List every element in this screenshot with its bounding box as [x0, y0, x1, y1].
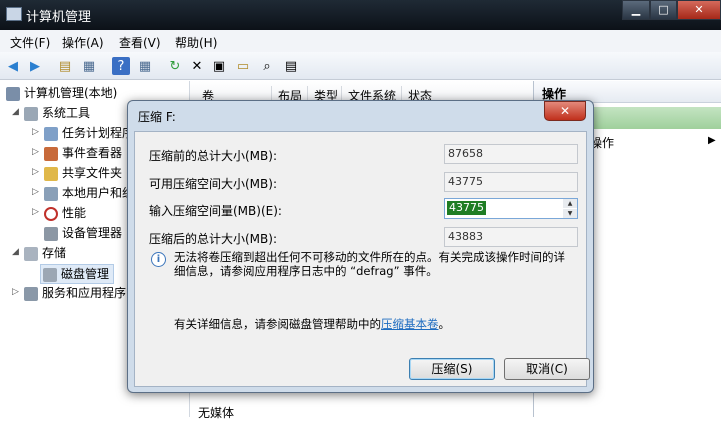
- menu-help[interactable]: 帮助(H): [175, 34, 217, 51]
- info-icon: i: [151, 252, 166, 267]
- expand-icon[interactable]: ▷: [12, 287, 19, 297]
- shrink-amount-input[interactable]: 43775 ▲ ▼: [444, 198, 578, 219]
- tree-shared-folders[interactable]: 共享文件夹: [44, 164, 122, 182]
- tree-disk-management[interactable]: 磁盘管理: [40, 264, 115, 284]
- label-input: 输入压缩空间量(MB)(E):: [149, 204, 282, 218]
- menu-view[interactable]: 查看(V): [119, 34, 161, 51]
- expand-icon[interactable]: ▷: [32, 167, 39, 177]
- show-tree-icon[interactable]: ▦: [80, 57, 98, 75]
- collapse-icon[interactable]: ◢: [12, 247, 19, 257]
- tree-root[interactable]: 计算机管理(本地): [6, 84, 117, 102]
- tree-performance[interactable]: 性能: [44, 204, 86, 222]
- window-title: 计算机管理: [26, 10, 92, 25]
- performance-icon: [44, 206, 58, 221]
- users-icon: [44, 186, 58, 201]
- arrow-right-icon[interactable]: ▶: [708, 135, 716, 146]
- shrink-amount-value[interactable]: 43775: [447, 201, 486, 215]
- back-icon[interactable]: ◀: [4, 57, 22, 75]
- tree-storage[interactable]: 存储: [24, 244, 66, 262]
- up-folder-icon[interactable]: ▤: [56, 57, 74, 75]
- search-icon[interactable]: ⌕: [258, 57, 276, 75]
- spin-down-icon[interactable]: ▼: [563, 209, 577, 218]
- properties-icon[interactable]: ▣: [210, 57, 228, 75]
- services-icon: [24, 286, 38, 301]
- spin-up-icon[interactable]: ▲: [563, 199, 577, 208]
- minimize-button[interactable]: ▁: [622, 0, 650, 20]
- dialog-body: 压缩前的总计大小(MB): 87658 可用压缩空间大小(MB): 43775 …: [134, 131, 590, 387]
- value-available: 43775: [444, 172, 578, 192]
- open-icon[interactable]: ▭: [234, 57, 252, 75]
- title-bar: 计算机管理 ▁ □ ✕: [0, 0, 721, 30]
- disk-icon: [43, 267, 57, 282]
- label-available: 可用压缩空间大小(MB):: [149, 177, 277, 191]
- menu-bar: 文件(F) 操作(A) 查看(V) 帮助(H): [0, 30, 721, 52]
- device-manager-icon: [44, 226, 58, 241]
- tree-local-users[interactable]: 本地用户和组: [44, 184, 134, 202]
- shared-folder-icon: [44, 166, 58, 181]
- label-total-after: 压缩后的总计大小(MB):: [149, 232, 277, 246]
- value-total-before: 87658: [444, 144, 578, 164]
- help-prefix: 有关详细信息，请参阅磁盘管理帮助中的: [174, 317, 381, 331]
- list-item-no-media: 无媒体: [198, 406, 235, 420]
- computer-management-icon: [6, 7, 22, 21]
- action-pane-icon[interactable]: ▦: [136, 57, 154, 75]
- collapse-icon[interactable]: ◢: [12, 107, 19, 117]
- refresh-icon[interactable]: ↻: [166, 57, 184, 75]
- shrink-button[interactable]: 压缩(S): [409, 358, 495, 380]
- tree-task-scheduler[interactable]: 任务计划程序: [44, 124, 134, 142]
- info-text: 无法将卷压缩到超出任何不可移动的文件所在的点。有关完成该操作时间的详细信息，请参…: [174, 250, 565, 278]
- tree-event-viewer[interactable]: 事件查看器: [44, 144, 122, 162]
- help-suffix: 。: [438, 317, 451, 331]
- expand-icon[interactable]: ▷: [32, 187, 39, 197]
- tree-device-manager[interactable]: 设备管理器: [44, 224, 122, 242]
- forward-icon[interactable]: ▶: [26, 57, 44, 75]
- close-button[interactable]: ✕: [677, 0, 721, 20]
- dialog-close-button[interactable]: ✕: [544, 101, 586, 121]
- computer-icon: [6, 86, 20, 101]
- cancel-button[interactable]: 取消(C): [504, 358, 590, 380]
- tree-system-tools[interactable]: 系统工具: [24, 104, 90, 122]
- expand-icon[interactable]: ▷: [32, 207, 39, 217]
- help-link[interactable]: 压缩基本卷: [381, 317, 439, 331]
- tree-services[interactable]: 服务和应用程序: [24, 284, 126, 302]
- help-icon[interactable]: ?: [112, 57, 130, 75]
- maximize-button[interactable]: □: [650, 0, 677, 20]
- dialog-title: 压缩 F:: [138, 110, 176, 124]
- delete-icon[interactable]: ✕: [188, 57, 206, 75]
- settings-icon[interactable]: ▤: [282, 57, 300, 75]
- help-text: 有关详细信息，请参阅磁盘管理帮助中的压缩基本卷。: [174, 316, 450, 332]
- expand-icon[interactable]: ▷: [32, 127, 39, 137]
- task-scheduler-icon: [44, 126, 58, 141]
- toolbar: ◀ ▶ ▤ ▦ ? ▦ ↻ ✕ ▣ ▭ ⌕ ▤: [0, 52, 721, 80]
- value-total-after: 43883: [444, 227, 578, 247]
- shrink-dialog: 压缩 F: ✕ 压缩前的总计大小(MB): 87658 可用压缩空间大小(MB)…: [127, 100, 594, 393]
- menu-file[interactable]: 文件(F): [10, 34, 50, 51]
- tools-icon: [24, 106, 38, 121]
- storage-icon: [24, 246, 38, 261]
- label-total-before: 压缩前的总计大小(MB):: [149, 149, 277, 163]
- menu-action[interactable]: 操作(A): [62, 34, 104, 51]
- expand-icon[interactable]: ▷: [32, 147, 39, 157]
- event-viewer-icon: [44, 146, 58, 161]
